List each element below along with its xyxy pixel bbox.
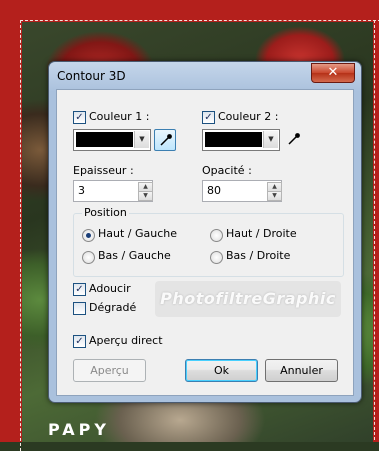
thickness-label: Epaisseur :	[73, 164, 134, 177]
radio-bottom-left[interactable]	[82, 251, 95, 264]
gradient-label[interactable]: Dégradé	[89, 301, 136, 314]
radio-top-right-label[interactable]: Haut / Droite	[226, 227, 297, 240]
cancel-button[interactable]: Annuler	[265, 359, 338, 382]
title-bar[interactable]: Contour 3D ✕	[49, 62, 361, 90]
color1-eyedropper-button[interactable]	[154, 129, 176, 151]
spin-down-arrow-icon[interactable]: ▼	[138, 191, 153, 201]
dialog-client-area: ✓ Couleur 1 : ▼ ✓ Couleur 2 : ▼ Epaisseu…	[56, 89, 354, 396]
gradient-checkbox[interactable]	[73, 302, 86, 315]
radio-bottom-right-label[interactable]: Bas / Droite	[226, 249, 290, 262]
contour-3d-dialog: Contour 3D ✕ ✓ Couleur 1 : ▼ ✓ Couleur 2…	[48, 61, 362, 403]
color2-checkbox[interactable]: ✓	[202, 111, 215, 124]
color1-select[interactable]: ▼	[73, 129, 151, 151]
live-preview-checkbox[interactable]: ✓	[73, 335, 86, 348]
radio-top-right[interactable]	[210, 229, 223, 242]
thickness-value: 3	[78, 184, 85, 197]
radio-top-left-label[interactable]: Haut / Gauche	[98, 227, 177, 240]
eyedropper-icon	[160, 134, 172, 146]
color1-label: Couleur 1 :	[89, 110, 150, 123]
chevron-down-icon[interactable]: ▼	[263, 131, 278, 148]
smooth-label[interactable]: Adoucir	[89, 282, 131, 295]
position-group-title: Position	[82, 206, 129, 219]
radio-top-left[interactable]	[82, 229, 95, 242]
dialog-title: Contour 3D	[57, 69, 126, 83]
eyedropper-icon	[288, 133, 300, 145]
close-icon: ✕	[327, 65, 339, 80]
signature-text: PAPY	[48, 420, 110, 439]
spin-down-arrow-icon[interactable]: ▼	[267, 191, 282, 201]
color2-swatch	[205, 132, 262, 147]
color2-select[interactable]: ▼	[202, 129, 280, 151]
preview-button[interactable]: Aperçu	[73, 359, 146, 382]
color1-swatch	[76, 132, 133, 147]
color1-checkbox[interactable]: ✓	[73, 111, 86, 124]
thickness-spinner[interactable]: 3 ▲ ▼	[73, 180, 153, 202]
frame-dashed-border-right	[374, 20, 375, 440]
color2-eyedropper-button[interactable]	[283, 129, 303, 149]
red-frame-left	[0, 0, 22, 442]
chevron-down-icon[interactable]: ▼	[134, 131, 149, 148]
photofiltre-watermark: PhotofiltreGraphic	[155, 281, 341, 317]
red-frame-top	[0, 0, 379, 22]
live-preview-label[interactable]: Aperçu direct	[89, 334, 163, 347]
radio-bottom-left-label[interactable]: Bas / Gauche	[98, 249, 171, 262]
opacity-label: Opacité :	[202, 164, 252, 177]
opacity-value: 80	[207, 184, 221, 197]
smooth-checkbox[interactable]: ✓	[73, 283, 86, 296]
close-button[interactable]: ✕	[311, 63, 355, 83]
color2-label: Couleur 2 :	[218, 110, 279, 123]
ok-button[interactable]: Ok	[185, 359, 258, 382]
radio-bottom-right[interactable]	[210, 251, 223, 264]
position-group: Position Haut / Gauche Haut / Droite Bas…	[73, 206, 344, 277]
opacity-spinner[interactable]: 80 ▲ ▼	[202, 180, 282, 202]
